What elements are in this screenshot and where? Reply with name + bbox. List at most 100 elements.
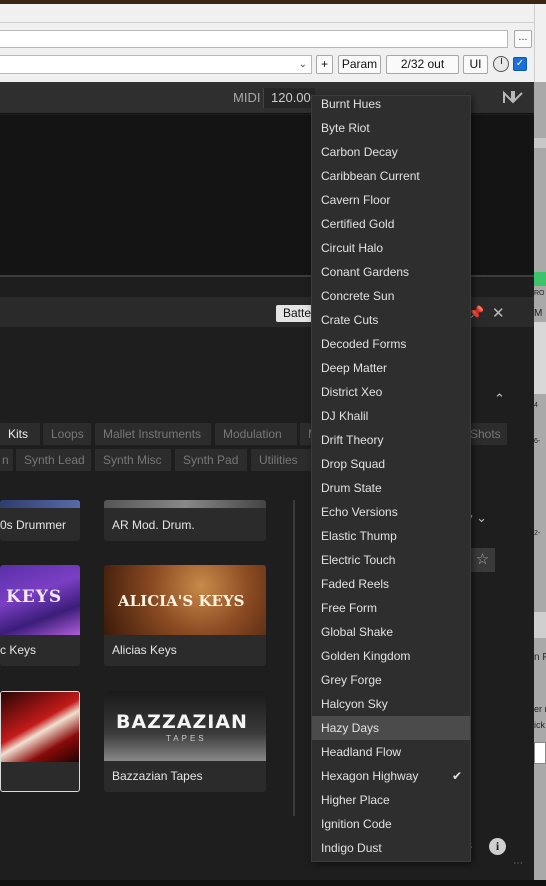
kit-tile[interactable]: BAZZAZIAN TAPES Bazzazian Tapes (104, 691, 266, 792)
menu-item-global-shake[interactable]: Global Shake (312, 620, 470, 644)
side-input[interactable] (534, 742, 546, 764)
menu-item-certified-gold[interactable]: Certified Gold (312, 212, 470, 236)
more-button[interactable]: ... (514, 30, 532, 48)
menu-item-caribbean-current[interactable]: Caribbean Current (312, 164, 470, 188)
menu-item-label: Circuit Halo (321, 241, 384, 255)
menu-item-label: Hexagon Highway (321, 769, 419, 783)
menu-item-label: Global Shake (321, 625, 394, 639)
kit-art-title: ALICIA'S KEYS (118, 592, 245, 610)
menu-item-district-xeo[interactable]: District Xeo (312, 380, 470, 404)
tag-modulation[interactable]: Modulation (215, 423, 297, 445)
kit-tile-selected[interactable] (0, 691, 80, 792)
menu-item-label: Drum State (321, 481, 382, 495)
menu-item-hexagon-highway[interactable]: Hexagon Highway ✔ (312, 764, 470, 788)
menu-item-ignition-code[interactable]: Ignition Code (312, 812, 470, 836)
menu-item-byte-riot[interactable]: Byte Riot (312, 116, 470, 140)
menu-item-free-form[interactable]: Free Form (312, 596, 470, 620)
io-routing-button[interactable]: 2/32 out (386, 55, 459, 74)
browser-column-divider (293, 500, 295, 816)
menu-item-deep-matter[interactable]: Deep Matter (312, 356, 470, 380)
kit-tile[interactable]: AR Mod. Drum. (104, 500, 266, 541)
info-icon[interactable]: i (489, 838, 506, 855)
menu-item-drop-squad[interactable]: Drop Squad (312, 452, 470, 476)
menu-item-drift-theory[interactable]: Drift Theory (312, 428, 470, 452)
chevron-down-icon: ⌄ (298, 59, 307, 70)
tag-loops[interactable]: Loops (43, 423, 91, 445)
side-label: 2- (534, 530, 541, 537)
menu-item-indigo-dust[interactable]: Indigo Dust (312, 836, 470, 860)
menu-item-headland-flow[interactable]: Headland Flow (312, 740, 470, 764)
close-icon[interactable]: ✕ (492, 304, 505, 322)
tag-synth-misc[interactable]: Synth Misc (95, 449, 171, 471)
menu-item-label: Hazy Days (321, 721, 380, 735)
kit-artwork (1, 692, 79, 762)
param-button[interactable]: Param (338, 55, 381, 74)
menu-item-circuit-halo[interactable]: Circuit Halo (312, 236, 470, 260)
product-tag[interactable]: Battery 4 (276, 305, 316, 322)
menu-item-concrete-sun[interactable]: Concrete Sun (312, 284, 470, 308)
tag-mallet-instruments[interactable]: Mallet Instruments (95, 423, 211, 445)
menu-item-carbon-decay[interactable]: Carbon Decay (312, 140, 470, 164)
menu-item-label: Deep Matter (321, 361, 388, 375)
ni-logo-icon (503, 90, 523, 104)
chevron-up-icon[interactable]: ⌃ (494, 391, 505, 407)
menu-item-decoded-forms[interactable]: Decoded Forms (312, 332, 470, 356)
menu-item-label: Caribbean Current (321, 169, 420, 183)
menu-item-burnt-hues[interactable]: Burnt Hues (312, 92, 470, 116)
menu-item-drum-state[interactable]: Drum State (312, 476, 470, 500)
side-label: ick (534, 720, 545, 730)
kit-name: Bazzazian Tapes (112, 769, 203, 783)
menu-item-electric-touch[interactable]: Electric Touch (312, 548, 470, 572)
menu-item-elastic-thump[interactable]: Elastic Thump (312, 524, 470, 548)
menu-item-crate-cuts[interactable]: Crate Cuts (312, 308, 470, 332)
menu-item-label: Conant Gardens (321, 265, 410, 279)
menu-item-grey-forge[interactable]: Grey Forge (312, 668, 470, 692)
menu-item-label: Grey Forge (321, 673, 382, 687)
menu-item-conant-gardens[interactable]: Conant Gardens (312, 260, 470, 284)
menu-item-halcyon-sky[interactable]: Halcyon Sky (312, 692, 470, 716)
host-side-panel (534, 82, 546, 886)
menu-item-cavern-floor[interactable]: Cavern Floor (312, 188, 470, 212)
menu-item-echo-versions[interactable]: Echo Versions (312, 500, 470, 524)
preset-select[interactable]: ⌄ (0, 55, 312, 74)
kit-tile[interactable]: ALICIA'S KEYS Alicias Keys (104, 565, 266, 666)
kit-tile[interactable]: KEYS c Keys (0, 565, 80, 666)
menu-item-faded-reels[interactable]: Faded Reels (312, 572, 470, 596)
side-scroll[interactable] (534, 322, 546, 394)
menu-item-label: Golden Kingdom (321, 649, 411, 663)
menu-item-label: Drift Theory (321, 433, 384, 447)
add-preset-button[interactable]: + (316, 55, 333, 74)
menu-item-label: Higher Place (321, 793, 390, 807)
window-bottom-border (0, 880, 546, 886)
level-meter (534, 272, 546, 286)
resize-grip-icon[interactable]: ⋯ (513, 858, 523, 869)
kit-name: c Keys (0, 643, 37, 657)
kit-tile[interactable]: 0s Drummer (0, 500, 80, 541)
star-icon[interactable]: ☆ (470, 548, 495, 572)
menu-item-label: Decoded Forms (321, 337, 407, 351)
menu-item-label: Indigo Dust (321, 841, 382, 855)
plugin-path-field[interactable] (0, 30, 508, 48)
menu-item-label: Headland Flow (321, 745, 402, 759)
kit-artwork: BAZZAZIAN TAPES (104, 691, 266, 761)
tag-kits[interactable]: Kits (0, 423, 40, 445)
side-label: 6- (534, 438, 541, 445)
kit-art-title: KEYS (6, 587, 63, 607)
tag-synth-pad[interactable]: Synth Pad (175, 449, 247, 471)
menu-item-dj-khalil[interactable]: DJ Khalil (312, 404, 470, 428)
menu-item-hazy-days[interactable]: Hazy Days (312, 716, 470, 740)
midi-label[interactable]: MIDI (233, 90, 260, 105)
tag-utilities[interactable]: Utilities (251, 449, 311, 471)
tempo-field[interactable]: 120.00 (263, 88, 315, 108)
menu-item-higher-place[interactable]: Higher Place (312, 788, 470, 812)
tag-synth-lead[interactable]: Synth Lead (16, 449, 91, 471)
menu-item-label: Carbon Decay (321, 145, 398, 159)
menu-item-label: Byte Riot (321, 121, 370, 135)
wet-knob-icon[interactable] (493, 56, 509, 72)
menu-item-label: Echo Versions (321, 505, 398, 519)
tag-partial[interactable]: n (0, 449, 13, 471)
bypass-checkbox[interactable]: ✓ (513, 57, 527, 71)
menu-item-golden-kingdom[interactable]: Golden Kingdom (312, 644, 470, 668)
ui-button[interactable]: UI (463, 55, 488, 74)
menu-item-label: Burnt Hues (321, 97, 382, 111)
